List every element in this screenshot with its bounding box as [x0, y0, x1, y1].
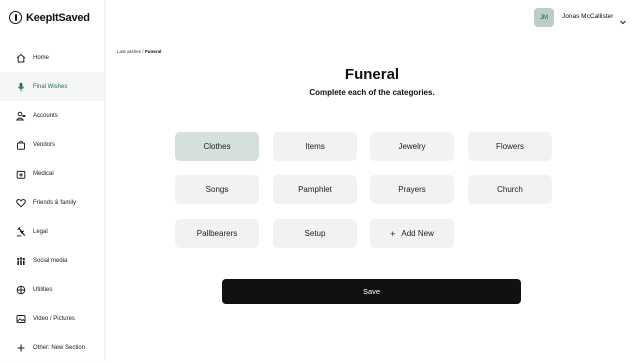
sidebar-item-label: Accounts: [33, 112, 58, 119]
sidebar-item-friends-family[interactable]: Friends & family: [0, 188, 104, 217]
sidebar-item-label: Medical: [33, 170, 54, 177]
category-pallbearers[interactable]: Pallbearers: [175, 219, 259, 248]
breadcrumb: Last wishes / Funeral: [117, 49, 161, 54]
sidebar-item-label: Social media: [33, 257, 68, 264]
category-church[interactable]: Church: [468, 175, 552, 204]
save-button[interactable]: Save: [222, 279, 521, 304]
medical-kit-icon: [16, 169, 26, 179]
add-new-label: Add New: [401, 229, 434, 238]
home-icon: [16, 53, 26, 63]
sidebar-item-video-pictures[interactable]: Video / Pictures: [0, 304, 104, 333]
avatar[interactable]: JM: [534, 8, 554, 27]
plus-icon: [16, 343, 26, 353]
sidebar-item-medical[interactable]: Medical: [0, 159, 104, 188]
logo[interactable]: KeepItSaved: [9, 11, 90, 24]
logo-text: KeepItSaved: [26, 11, 90, 24]
sidebar-item-label: Vendors: [33, 141, 56, 148]
sidebar-item-accounts[interactable]: Accounts: [0, 101, 104, 130]
page-subtitle: Complete each of the categories.: [309, 88, 435, 97]
add-new-button[interactable]: + Add New: [370, 219, 454, 248]
sidebar-item-label: Home: [33, 54, 50, 61]
shopping-bag-icon: [16, 140, 26, 150]
utilities-icon: [16, 285, 26, 295]
sidebar-item-utilities[interactable]: Utilities: [0, 275, 104, 304]
category-songs[interactable]: Songs: [175, 175, 259, 204]
breadcrumb-parent[interactable]: Last wishes: [117, 49, 141, 54]
category-setup[interactable]: Setup: [273, 219, 357, 248]
top-bar: [105, 0, 640, 36]
people-icon: [16, 256, 26, 266]
heart-icon: [16, 198, 26, 208]
sidebar-item-label: Video / Pictures: [33, 315, 75, 322]
bank-user-icon: [16, 111, 26, 121]
sidebar-item-other-new-section[interactable]: Other: New Section: [0, 333, 104, 362]
category-prayers[interactable]: Prayers: [370, 175, 454, 204]
sidebar-item-label: Friends & family: [33, 199, 77, 206]
breadcrumb-current: Funeral: [144, 49, 162, 54]
sidebar-item-legal[interactable]: Legal: [0, 217, 104, 246]
category-flowers[interactable]: Flowers: [468, 132, 552, 161]
picture-icon: [16, 314, 26, 324]
category-items[interactable]: Items: [273, 132, 357, 161]
category-jewelry[interactable]: Jewelry: [370, 132, 454, 161]
sidebar: KeepItSaved Home Final Wishes Accounts V…: [0, 0, 105, 360]
sidebar-item-social-media[interactable]: Social media: [0, 246, 104, 275]
sidebar-item-label: Utilities: [33, 286, 53, 293]
logo-icon: [9, 11, 22, 24]
sidebar-item-vendors[interactable]: Vendors: [0, 130, 104, 159]
sidebar-item-label: Other: New Section: [33, 344, 86, 351]
chevron-down-icon[interactable]: [619, 13, 627, 25]
category-pamphlet[interactable]: Pamphlet: [273, 175, 357, 204]
sidebar-item-label: Legal: [33, 228, 48, 235]
category-clothes[interactable]: Clothes: [175, 132, 259, 161]
user-name[interactable]: Jonas McCallister: [562, 13, 613, 20]
plus-icon: +: [390, 228, 396, 239]
gavel-icon: [16, 226, 26, 237]
page-title: Funeral: [344, 66, 400, 83]
